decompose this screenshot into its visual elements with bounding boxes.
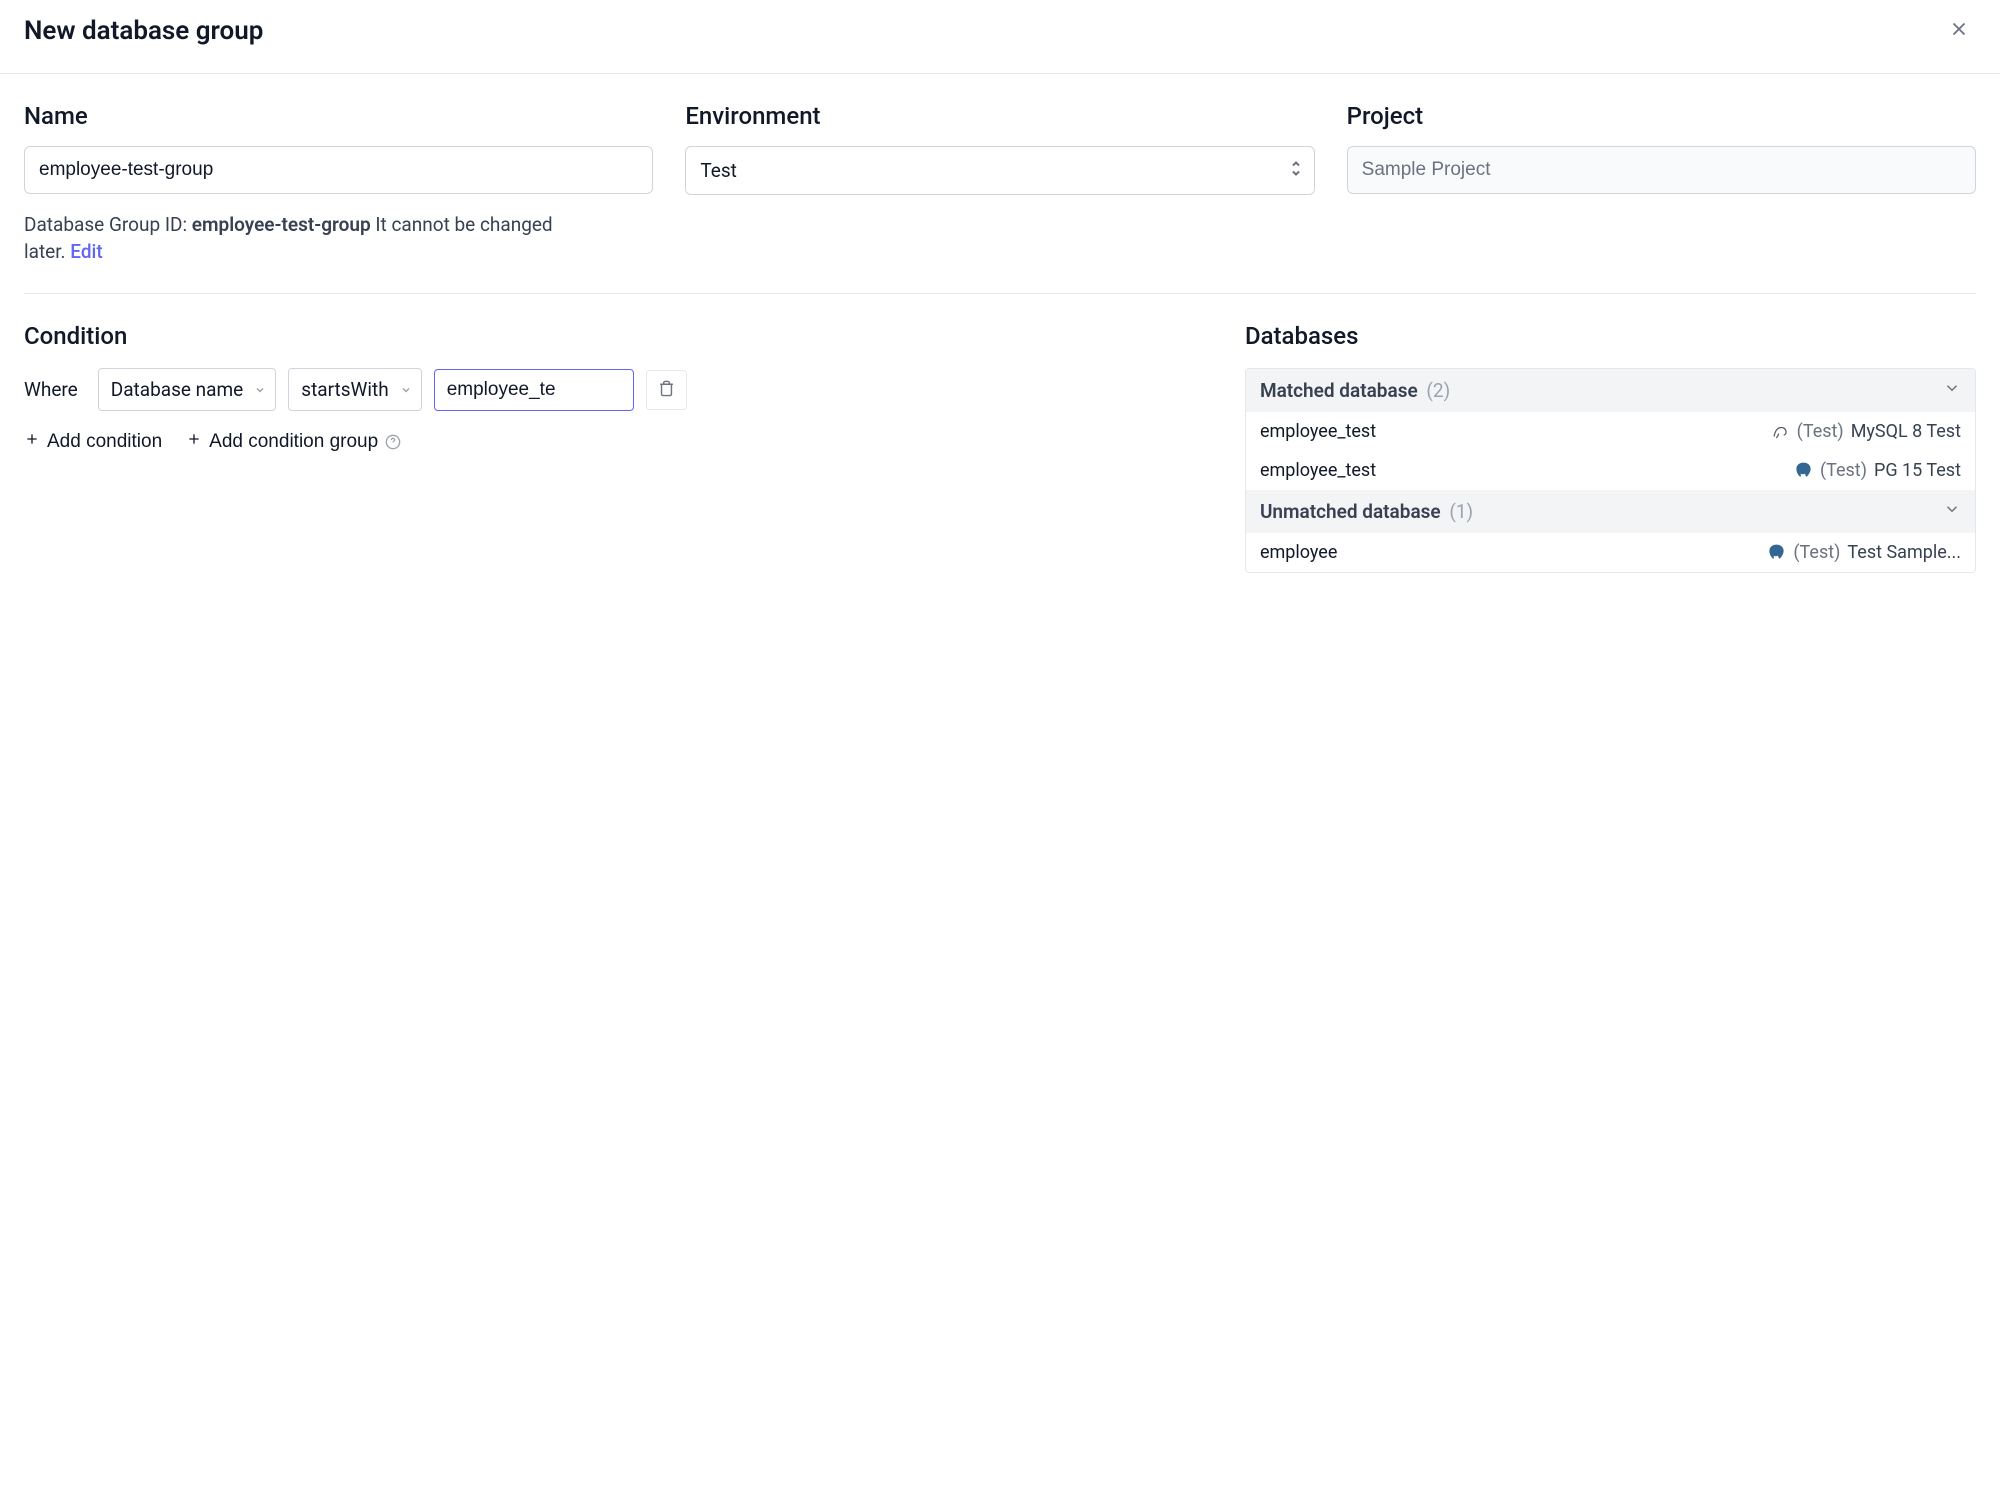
unmatched-label: Unmatched database — [1260, 500, 1441, 523]
add-condition-button[interactable]: Add condition — [24, 431, 162, 453]
add-actions-row: Add condition Add condition group — [24, 431, 1205, 453]
name-label: Name — [24, 102, 653, 130]
condition-title: Condition — [24, 322, 1205, 350]
plus-icon — [24, 431, 40, 453]
trash-icon — [658, 380, 675, 400]
add-condition-group-button[interactable]: Add condition group — [186, 431, 401, 453]
databases-title: Databases — [1245, 322, 1976, 350]
condition-operator-select[interactable]: startsWith — [288, 368, 421, 411]
db-source: Test Sample... — [1847, 542, 1961, 563]
matched-label: Matched database — [1260, 379, 1418, 402]
top-fields-row: Name Database Group ID: employee-test-gr… — [24, 102, 1976, 265]
delete-condition-button[interactable] — [646, 370, 687, 410]
db-meta: (Test) MySQL 8 Test — [1771, 421, 1961, 442]
modal-content: Name Database Group ID: employee-test-gr… — [0, 74, 2000, 601]
db-meta: (Test) PG 15 Test — [1794, 460, 1961, 481]
unmatched-count: (1) — [1449, 500, 1473, 523]
add-group-label: Add condition group — [209, 431, 378, 453]
name-input[interactable] — [24, 146, 653, 194]
project-input — [1347, 146, 1976, 194]
database-row[interactable]: employee_test (Test) PG 15 Test — [1246, 451, 1975, 490]
unmatched-group-header[interactable]: Unmatched database (1) — [1246, 490, 1975, 533]
help-icon — [385, 434, 401, 450]
where-label: Where — [24, 378, 78, 401]
db-name: employee_test — [1260, 460, 1376, 481]
lower-section: Condition Where Database name startsWith — [24, 322, 1976, 573]
db-meta: (Test) Test Sample... — [1767, 542, 1961, 563]
name-field-group: Name Database Group ID: employee-test-gr… — [24, 102, 653, 265]
db-env: (Test) — [1820, 460, 1867, 481]
db-source: PG 15 Test — [1874, 460, 1961, 481]
condition-row: Where Database name startsWith — [24, 368, 1205, 411]
db-env: (Test) — [1797, 421, 1844, 442]
mysql-icon — [1771, 422, 1790, 441]
group-id-value: employee-test-group — [192, 213, 371, 236]
condition-value-input[interactable] — [434, 369, 634, 411]
matched-count: (2) — [1426, 379, 1450, 402]
database-row[interactable]: employee (Test) Test Sample... — [1246, 533, 1975, 572]
databases-panel: Matched database (2) employee_test (Test… — [1245, 368, 1976, 573]
condition-section: Condition Where Database name startsWith — [24, 322, 1205, 573]
name-helper: Database Group ID: employee-test-group I… — [24, 212, 564, 265]
edit-link[interactable]: Edit — [70, 240, 102, 263]
modal-header: New database group — [0, 0, 2000, 74]
database-row[interactable]: employee_test (Test) MySQL 8 Test — [1246, 412, 1975, 451]
db-env: (Test) — [1793, 542, 1840, 563]
postgres-icon — [1794, 461, 1813, 480]
chevron-down-icon — [1943, 379, 1961, 402]
project-label: Project — [1347, 102, 1976, 130]
environment-select[interactable]: Test — [685, 146, 1314, 195]
db-name: employee_test — [1260, 421, 1376, 442]
environment-field-group: Environment Test — [685, 102, 1314, 265]
databases-section: Databases Matched database (2) employee_… — [1245, 322, 1976, 573]
environment-label: Environment — [685, 102, 1314, 130]
db-name: employee — [1260, 542, 1337, 563]
add-condition-label: Add condition — [47, 431, 162, 453]
project-field-group: Project — [1347, 102, 1976, 265]
matched-group-header[interactable]: Matched database (2) — [1246, 369, 1975, 412]
helper-prefix: Database Group ID: — [24, 213, 192, 236]
section-divider — [24, 293, 1976, 294]
modal-title: New database group — [24, 16, 263, 46]
chevron-down-icon — [1943, 500, 1961, 523]
close-button[interactable] — [1942, 12, 1976, 49]
postgres-icon — [1767, 543, 1786, 562]
close-icon — [1948, 28, 1970, 43]
db-source: MySQL 8 Test — [1851, 421, 1961, 442]
condition-field-select[interactable]: Database name — [98, 368, 277, 411]
plus-icon — [186, 431, 202, 453]
